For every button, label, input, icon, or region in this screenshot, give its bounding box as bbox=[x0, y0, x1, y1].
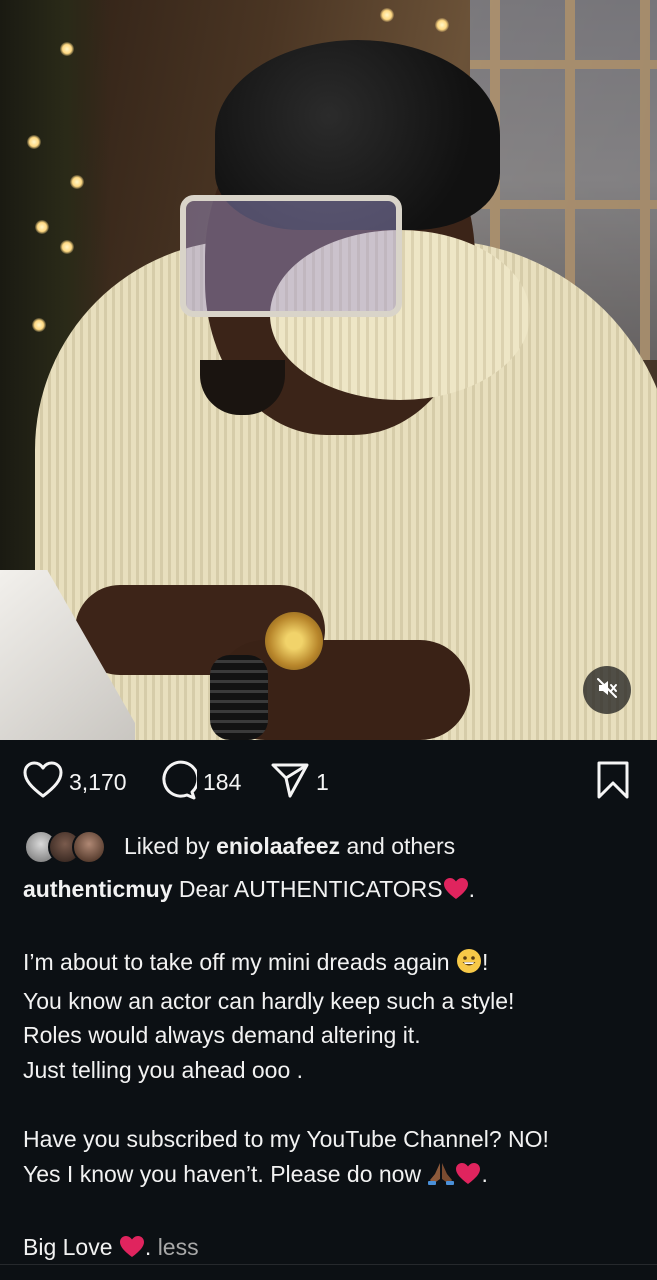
red-heart-emoji-icon bbox=[443, 876, 469, 911]
like-button[interactable]: 3,170 bbox=[23, 752, 127, 812]
caption-line: Have you subscribed to my YouTube Channe… bbox=[23, 1126, 549, 1153]
caption-text: Big Love bbox=[23, 1233, 119, 1260]
caption-line: Big Love . less bbox=[23, 1230, 638, 1269]
caption-text: Yes I know you haven’t. Please do now bbox=[23, 1160, 428, 1187]
caption-text: I’m about to take off my mini dreads aga… bbox=[23, 949, 456, 976]
person-glasses bbox=[180, 195, 402, 317]
like-count: 3,170 bbox=[69, 768, 127, 795]
praying-hands-emoji-icon bbox=[427, 1160, 455, 1196]
caption-text: Dear AUTHENTICATORS bbox=[172, 876, 443, 902]
bead-bracelet bbox=[210, 655, 268, 740]
comment-count: 184 bbox=[203, 768, 242, 795]
caption-username[interactable]: authenticmuy bbox=[23, 876, 173, 902]
bookmark-icon bbox=[595, 760, 631, 805]
wristwatch bbox=[265, 612, 323, 670]
caption-line: Yes I know you haven’t. Please do now . bbox=[23, 1157, 638, 1196]
liked-by-suffix[interactable]: and others bbox=[340, 833, 455, 859]
heart-icon bbox=[23, 761, 63, 804]
post-media-video[interactable] bbox=[0, 0, 657, 740]
speaker-muted-icon bbox=[595, 676, 619, 705]
share-count: 1 bbox=[316, 768, 329, 795]
caption-line: Just telling you ahead ooo . bbox=[23, 1056, 304, 1083]
comment-button[interactable]: 184 bbox=[157, 752, 241, 812]
liked-by-prefix: Liked by bbox=[124, 832, 217, 859]
red-heart-emoji-icon bbox=[455, 1161, 481, 1196]
avatar bbox=[72, 830, 106, 864]
divider bbox=[0, 1264, 657, 1265]
caption-line bbox=[23, 1088, 638, 1123]
liker-avatars[interactable] bbox=[24, 828, 112, 864]
caption-text: ! bbox=[481, 949, 489, 976]
save-button[interactable] bbox=[595, 752, 631, 812]
share-button[interactable]: 1 bbox=[270, 752, 329, 812]
caption-text: . bbox=[144, 1233, 158, 1260]
mute-toggle-button[interactable] bbox=[583, 666, 631, 714]
caption-line: authenticmuy Dear AUTHENTICATORS. bbox=[23, 872, 638, 911]
liked-by-text: Liked by eniolaafeez and others bbox=[124, 833, 455, 860]
caption-line: Roles would always demand altering it. bbox=[23, 1022, 421, 1049]
paper-plane-icon bbox=[270, 760, 310, 805]
liked-by-username[interactable]: eniolaafeez bbox=[216, 833, 340, 859]
caption-text: . bbox=[481, 1160, 488, 1187]
caption-line: You know an actor can hardly keep such a… bbox=[23, 987, 515, 1014]
caption-line: I’m about to take off my mini dreads aga… bbox=[23, 945, 638, 984]
liked-by-row: Liked by eniolaafeez and others bbox=[24, 826, 455, 866]
post-caption: authenticmuy Dear AUTHENTICATORS. I’m ab… bbox=[23, 872, 638, 1269]
caption-line bbox=[23, 911, 638, 946]
caption-line bbox=[23, 1195, 638, 1230]
post-action-bar: 3,170 184 1 bbox=[0, 752, 657, 812]
comment-bubble-icon bbox=[157, 760, 200, 805]
caption-text: . bbox=[468, 876, 476, 902]
grinning-face-emoji-icon bbox=[456, 948, 482, 984]
caption-less-link[interactable]: less bbox=[158, 1234, 199, 1260]
